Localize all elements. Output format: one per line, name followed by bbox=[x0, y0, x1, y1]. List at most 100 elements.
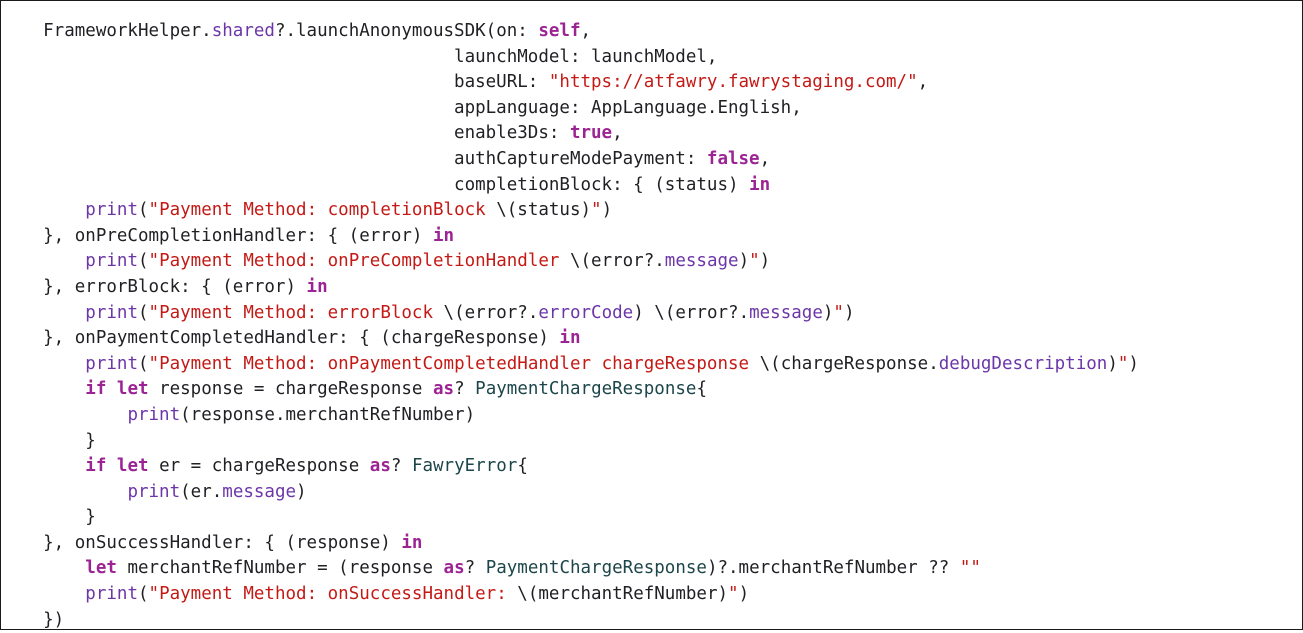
string-literal: " bbox=[749, 251, 760, 272]
code-snippet-frame: FrameworkHelper.shared?.launchAnonymousS… bbox=[0, 0, 1303, 630]
code-text: \(error?. bbox=[443, 302, 539, 323]
keyword-token: false bbox=[706, 148, 760, 169]
code-line: print(er.message) bbox=[1, 480, 1302, 506]
code-text: , bbox=[917, 72, 929, 93]
type-name: FawryError bbox=[411, 456, 518, 477]
code-line: baseURL: "https://atfawry.fawrystaging.c… bbox=[1, 70, 1302, 96]
code-text: ? bbox=[464, 558, 486, 579]
code-line: authCaptureModePayment: false, bbox=[1, 147, 1302, 173]
function-name: print bbox=[85, 251, 138, 272]
code-text: \(chargeResponse. bbox=[759, 353, 939, 374]
code-text: ) bbox=[738, 251, 750, 272]
keyword-token: in bbox=[401, 532, 423, 553]
code-text: ) bbox=[822, 302, 834, 323]
code-text: response = chargeResponse bbox=[148, 379, 434, 400]
code-text: appLanguage: AppLanguage.English, bbox=[1, 97, 802, 118]
function-name: print bbox=[85, 302, 138, 323]
code-line: }, onPreCompletionHandler: { (error) in bbox=[1, 224, 1302, 250]
code-line: FrameworkHelper.shared?.launchAnonymousS… bbox=[1, 19, 1302, 45]
string-literal: "" bbox=[959, 558, 981, 579]
keyword-token: as bbox=[369, 456, 391, 477]
code-text: ) bbox=[738, 584, 750, 605]
code-line: print(response.merchantRefNumber) bbox=[1, 403, 1302, 429]
code-text: (er. bbox=[180, 481, 223, 502]
keyword-token: as bbox=[433, 379, 455, 400]
string-literal: "https://atfawry.fawrystaging.com/" bbox=[548, 72, 918, 93]
code-text: { bbox=[517, 456, 528, 477]
code-text: , bbox=[612, 123, 623, 144]
code-text: ? bbox=[390, 456, 412, 477]
code-text: { bbox=[696, 379, 707, 400]
type-name: PaymentChargeResponse bbox=[475, 379, 697, 400]
code-text: ) bbox=[633, 302, 655, 323]
keyword-token: in bbox=[749, 174, 771, 195]
code-line: print("Payment Method: errorBlock \(erro… bbox=[1, 301, 1302, 327]
code-text: (response.merchantRefNumber) bbox=[180, 404, 476, 425]
keyword-token: let bbox=[116, 379, 149, 400]
string-literal: " bbox=[833, 302, 844, 323]
property-name: errorCode bbox=[538, 302, 634, 323]
code-line: if let response = chargeResponse as? Pay… bbox=[1, 377, 1302, 403]
code-line: }) bbox=[1, 608, 1302, 633]
code-text: \(status) bbox=[496, 200, 592, 221]
code-line: }, errorBlock: { (error) in bbox=[1, 275, 1302, 301]
code-text: } bbox=[1, 507, 96, 528]
property-name: message bbox=[664, 251, 739, 272]
code-text: enable3Ds: bbox=[1, 123, 570, 144]
code-text: ( bbox=[137, 200, 149, 221]
code-text: ) bbox=[843, 302, 855, 323]
code-text: }, errorBlock: { (error) bbox=[1, 276, 307, 297]
code-line: completionBlock: { (status) in bbox=[1, 173, 1302, 199]
code-text: } bbox=[1, 430, 96, 451]
code-text: , bbox=[580, 21, 592, 41]
string-literal: " bbox=[591, 200, 602, 221]
code-line: if let er = chargeResponse as? FawryErro… bbox=[1, 454, 1302, 480]
string-literal: "Payment Method: onPaymentCompletedHandl… bbox=[148, 353, 760, 374]
property-name: debugDescription bbox=[938, 353, 1108, 374]
code-line: print("Payment Method: onSuccessHandler:… bbox=[1, 582, 1302, 608]
code-text: \(error?. bbox=[654, 302, 750, 323]
code-text: completionBlock: { (status) bbox=[1, 174, 750, 195]
code-text: }, onPaymentCompletedHandler: { (chargeR… bbox=[1, 328, 560, 349]
code-text: launchModel: launchModel, bbox=[1, 46, 718, 67]
code-text: ( bbox=[137, 302, 149, 323]
code-text: ( bbox=[137, 584, 149, 605]
function-name: print bbox=[127, 481, 181, 502]
keyword-token: if bbox=[85, 456, 107, 477]
function-name: print bbox=[85, 200, 138, 221]
property-name: message bbox=[222, 481, 297, 502]
keyword-token: let bbox=[85, 558, 117, 579]
code-text: baseURL: bbox=[1, 72, 549, 93]
code-text: er = chargeResponse bbox=[148, 456, 370, 477]
code-text: }, onPreCompletionHandler: { (error) bbox=[1, 225, 433, 246]
code-text: , bbox=[759, 148, 771, 169]
code-text: ) bbox=[601, 200, 613, 221]
string-literal: " bbox=[1117, 353, 1129, 374]
code-line: }, onSuccessHandler: { (response) in bbox=[1, 531, 1302, 557]
keyword-token: self bbox=[538, 21, 581, 41]
function-name: print bbox=[85, 353, 138, 374]
property-name: shared bbox=[211, 21, 275, 41]
keyword-token: in bbox=[306, 276, 328, 297]
code-text: )?.merchantRefNumber ?? bbox=[706, 558, 960, 579]
keyword-token: let bbox=[116, 456, 149, 477]
code-line: print("Payment Method: onPreCompletionHa… bbox=[1, 249, 1302, 275]
code-line: launchModel: launchModel, bbox=[1, 45, 1302, 71]
code-text: ) bbox=[296, 481, 307, 502]
function-name: print bbox=[85, 584, 138, 605]
code-text: ( bbox=[137, 251, 149, 272]
code-text: }, onSuccessHandler: { (response) bbox=[1, 532, 402, 553]
code-line: enable3Ds: true, bbox=[1, 121, 1302, 147]
code-text: \(merchantRefNumber) bbox=[517, 584, 729, 605]
code-line: print("Payment Method: completionBlock \… bbox=[1, 198, 1302, 224]
code-line: print("Payment Method: onPaymentComplete… bbox=[1, 352, 1302, 378]
string-literal: "Payment Method: completionBlock bbox=[148, 200, 497, 221]
